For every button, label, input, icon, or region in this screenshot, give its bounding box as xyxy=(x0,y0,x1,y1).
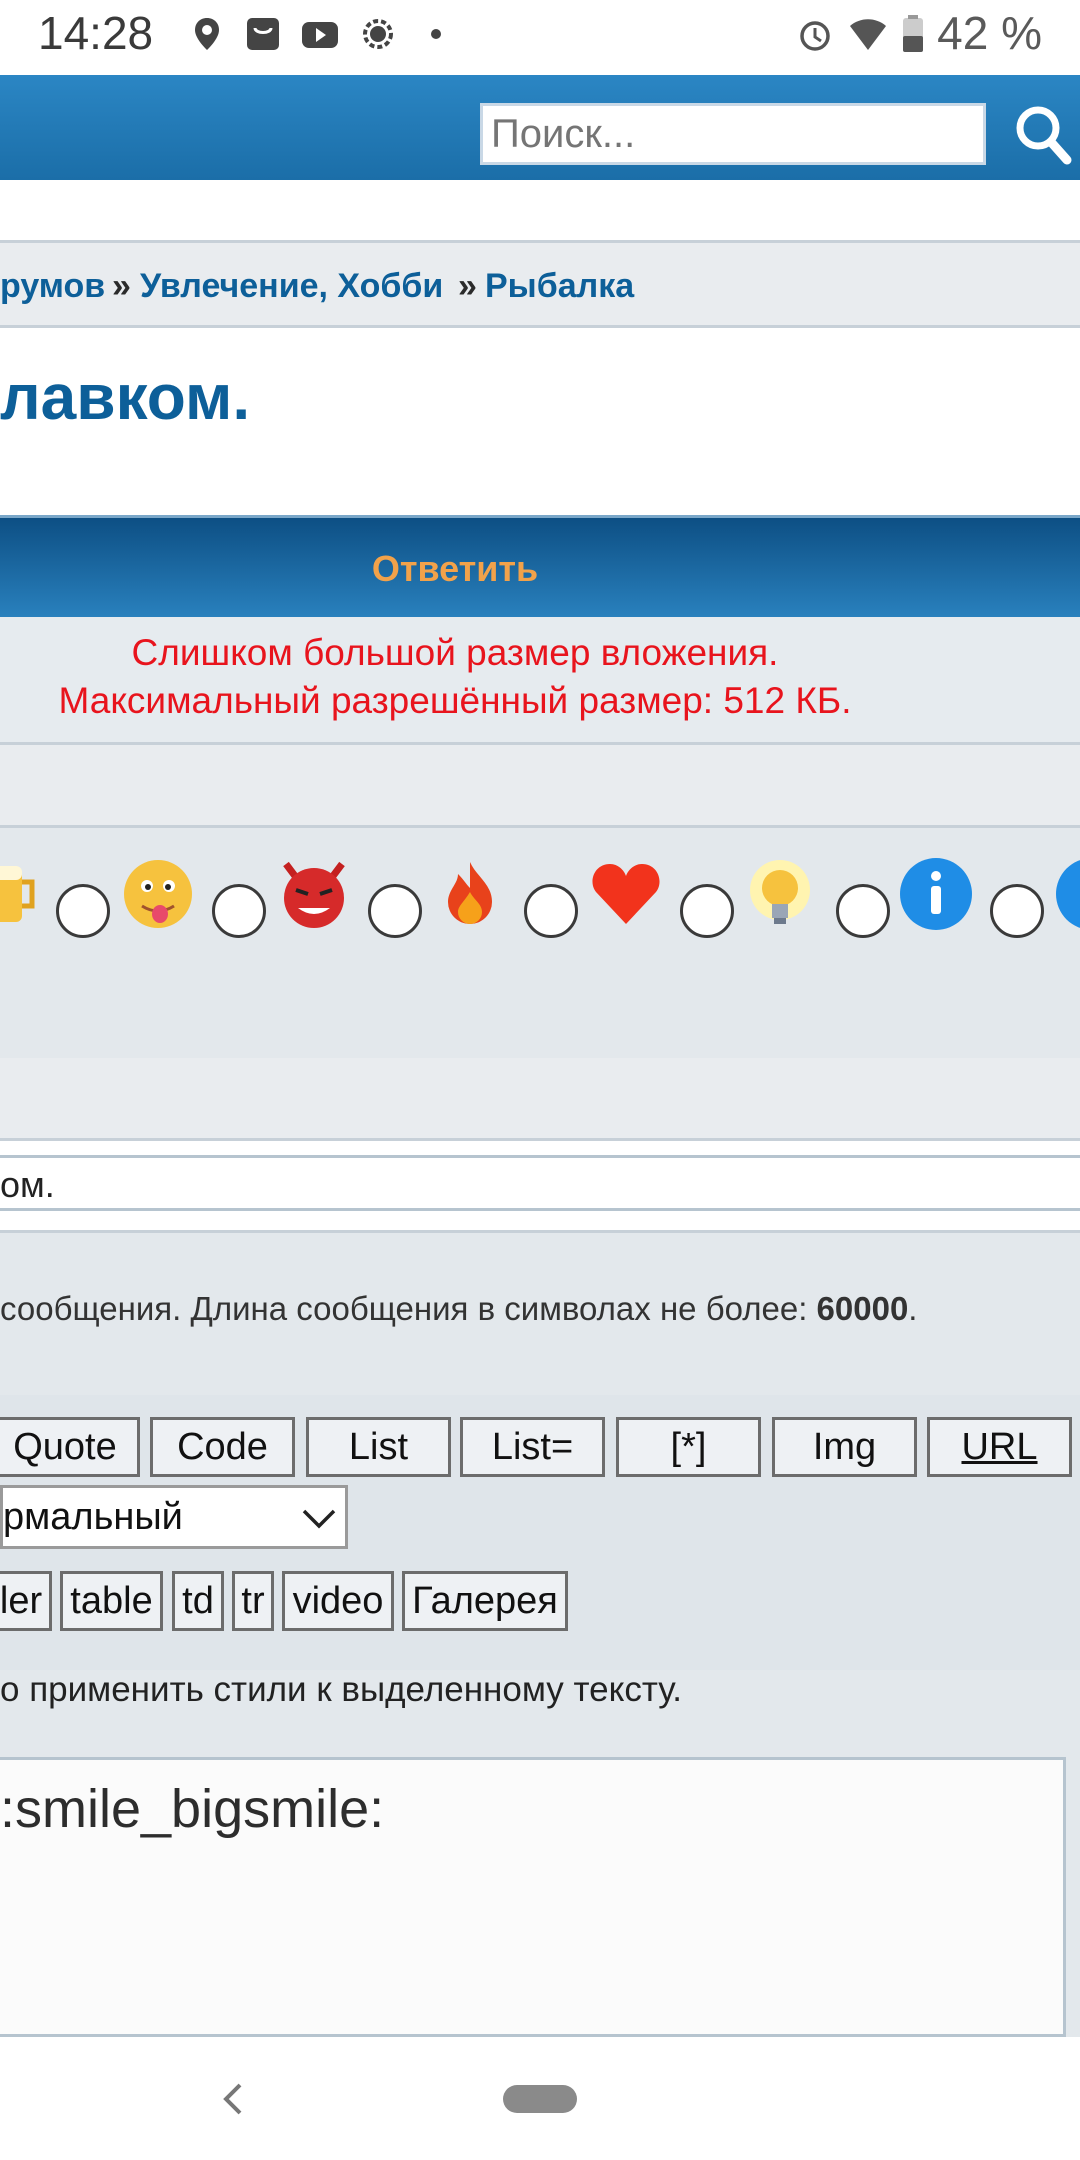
search-icon[interactable] xyxy=(1012,100,1074,170)
breadcrumb: румов » Увлечение, Хобби » Рыбалка xyxy=(0,240,1080,328)
table-button[interactable]: table xyxy=(60,1571,163,1631)
youtube-icon xyxy=(302,22,338,48)
error-line-2: Максимальный разрешённый размер: 512 КБ. xyxy=(58,680,852,721)
tr-button[interactable]: tr xyxy=(232,1571,274,1631)
reply-header: Ответить xyxy=(0,515,1080,620)
code-button[interactable]: Code xyxy=(150,1417,295,1477)
lightbulb-icon[interactable] xyxy=(742,856,818,932)
brightness-icon xyxy=(363,19,393,49)
error-line-1: Слишком большой размер вложения. xyxy=(131,632,779,673)
form-row xyxy=(0,745,1080,825)
message-length-end: . xyxy=(908,1290,918,1327)
td-button[interactable]: td xyxy=(172,1571,224,1631)
smiley-radio[interactable] xyxy=(990,884,1044,938)
list-item-button[interactable]: [*] xyxy=(616,1417,761,1477)
partial-smiley-icon[interactable] xyxy=(1054,856,1080,932)
subject-input[interactable]: ом. xyxy=(0,1155,1080,1211)
list-ordered-button[interactable]: List= xyxy=(460,1417,605,1477)
smiley-radio[interactable] xyxy=(524,884,578,938)
devil-smiley-icon[interactable] xyxy=(276,856,352,932)
location-icon xyxy=(195,18,219,50)
chevron-down-icon xyxy=(302,1509,336,1529)
font-size-value: рмальный xyxy=(3,1496,183,1538)
url-button[interactable]: URL xyxy=(927,1417,1072,1477)
wifi-icon xyxy=(850,19,886,50)
form-row xyxy=(0,1058,1080,1141)
style-hint: о применить стили к выделенному тексту. xyxy=(0,1670,1080,1730)
img-button[interactable]: Img xyxy=(772,1417,917,1477)
spoiler-button[interactable]: ler xyxy=(0,1571,52,1631)
status-time: 14:28 xyxy=(38,7,154,59)
video-button[interactable]: video xyxy=(282,1571,394,1631)
back-icon[interactable] xyxy=(220,2081,246,2117)
message-length-limit: 60000 xyxy=(816,1290,909,1327)
alarm-icon xyxy=(800,21,830,51)
message-textarea[interactable]: :smile_bigsmile: xyxy=(0,1757,1066,2037)
breadcrumb-link-hobby[interactable]: Увлечение, Хобби xyxy=(140,267,443,306)
info-icon[interactable] xyxy=(898,856,974,932)
message-length-text: сообщения. Длина сообщения в символах не… xyxy=(0,1290,817,1327)
notification-dot-icon xyxy=(431,29,441,39)
battery-icon xyxy=(903,15,923,52)
status-bar: 14:28 42 % xyxy=(0,0,1080,75)
smiley-radio[interactable] xyxy=(212,884,266,938)
smiley-radio[interactable] xyxy=(368,884,422,938)
breadcrumb-separator: » xyxy=(458,267,477,305)
reply-header-label: Ответить xyxy=(371,548,539,589)
system-nav-bar xyxy=(0,2037,1080,2160)
breadcrumb-link-fishing[interactable]: Рыбалка xyxy=(485,267,634,306)
message-length-hint: сообщения. Длина сообщения в символах не… xyxy=(0,1290,917,1328)
smiley-radio[interactable] xyxy=(56,884,110,938)
list-button[interactable]: List xyxy=(306,1417,451,1477)
font-size-select[interactable]: рмальный xyxy=(0,1485,348,1549)
fire-icon[interactable] xyxy=(432,856,508,932)
smiley-picker xyxy=(0,825,1080,1061)
shopping-bag-icon xyxy=(247,18,279,50)
heart-icon[interactable] xyxy=(588,856,664,932)
tongue-smiley-icon[interactable] xyxy=(120,856,196,932)
search-input[interactable] xyxy=(480,103,986,165)
beer-icon[interactable] xyxy=(0,856,46,932)
battery-percent: 42 % xyxy=(937,7,1042,59)
smiley-radio[interactable] xyxy=(836,884,890,938)
home-pill-icon[interactable] xyxy=(503,2085,577,2113)
style-hint-text: о применить стили к выделенному тексту. xyxy=(0,1670,682,1709)
page-title: лавком. xyxy=(0,361,251,433)
quote-button[interactable]: Quote xyxy=(0,1417,140,1477)
gallery-button[interactable]: Галерея xyxy=(402,1571,568,1631)
breadcrumb-separator: » xyxy=(112,267,131,305)
breadcrumb-link-forums[interactable]: румов xyxy=(0,267,105,306)
error-message: Слишком большой размер вложения. Максима… xyxy=(0,617,1080,745)
smiley-radio[interactable] xyxy=(680,884,734,938)
